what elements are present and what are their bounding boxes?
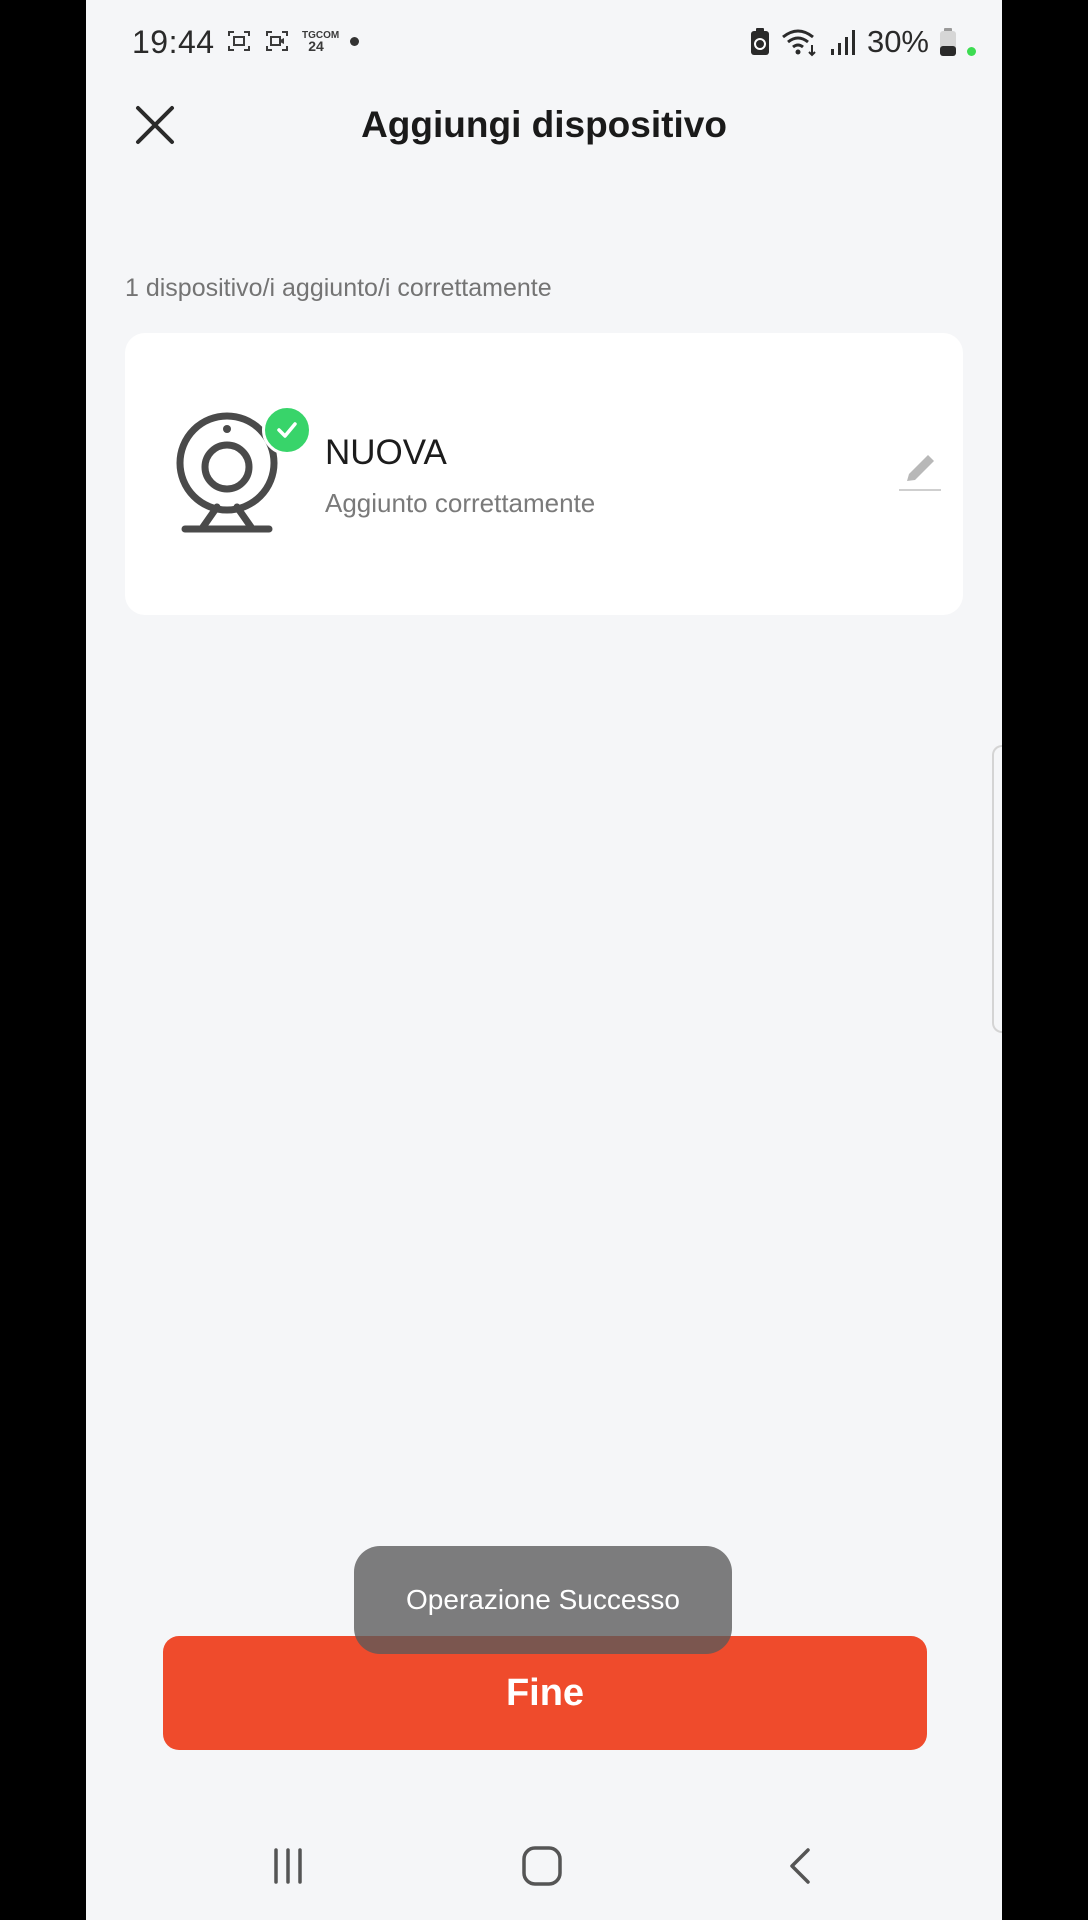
screenshot-icon: [228, 31, 250, 51]
success-check-badge: [262, 405, 312, 455]
added-devices-count-label: 1 dispositivo/i aggiunto/i correttamente: [125, 274, 552, 302]
pencil-icon: [899, 455, 941, 491]
page-title: Aggiungi dispositivo: [361, 104, 727, 145]
status-bar: 19:44 TGCOM 24 30%: [86, 0, 1002, 84]
device-status: Aggiunto correttamente: [325, 488, 596, 518]
device-card[interactable]: NUOVA Aggiunto correttamente: [125, 333, 963, 615]
video-record-icon: [266, 31, 288, 51]
system-navigation-bar: [86, 1820, 1002, 1920]
wifi-icon: [782, 29, 816, 57]
device-name: NUOVA: [325, 433, 447, 472]
success-toast: Operazione Successo: [354, 1546, 732, 1654]
tgcom-number: 24: [308, 38, 324, 54]
status-time: 19:44: [132, 24, 215, 60]
top-app-bar: Aggiungi dispositivo: [86, 84, 1002, 174]
battery-icon: [940, 28, 956, 56]
status-notification-icons: TGCOM 24: [226, 28, 359, 54]
back-icon[interactable]: [780, 1844, 824, 1888]
scroll-handle[interactable]: [992, 745, 1002, 1033]
edit-device-name-button[interactable]: [895, 447, 945, 497]
check-icon: [277, 422, 297, 438]
privacy-indicator-icon: [967, 46, 976, 56]
battery-saver-icon: [750, 28, 769, 55]
tgcom24-icon: TGCOM 24: [302, 31, 339, 54]
app-screen: 19:44 TGCOM 24 30% Aggiungi dispositivo …: [86, 0, 1002, 1920]
signal-icon: [830, 30, 855, 55]
home-icon[interactable]: [520, 1844, 564, 1888]
recent-apps-icon[interactable]: [266, 1844, 310, 1888]
status-system-icons: 30%: [749, 24, 976, 60]
battery-percentage: 30%: [866, 24, 929, 59]
notification-dot-icon: [350, 36, 359, 46]
